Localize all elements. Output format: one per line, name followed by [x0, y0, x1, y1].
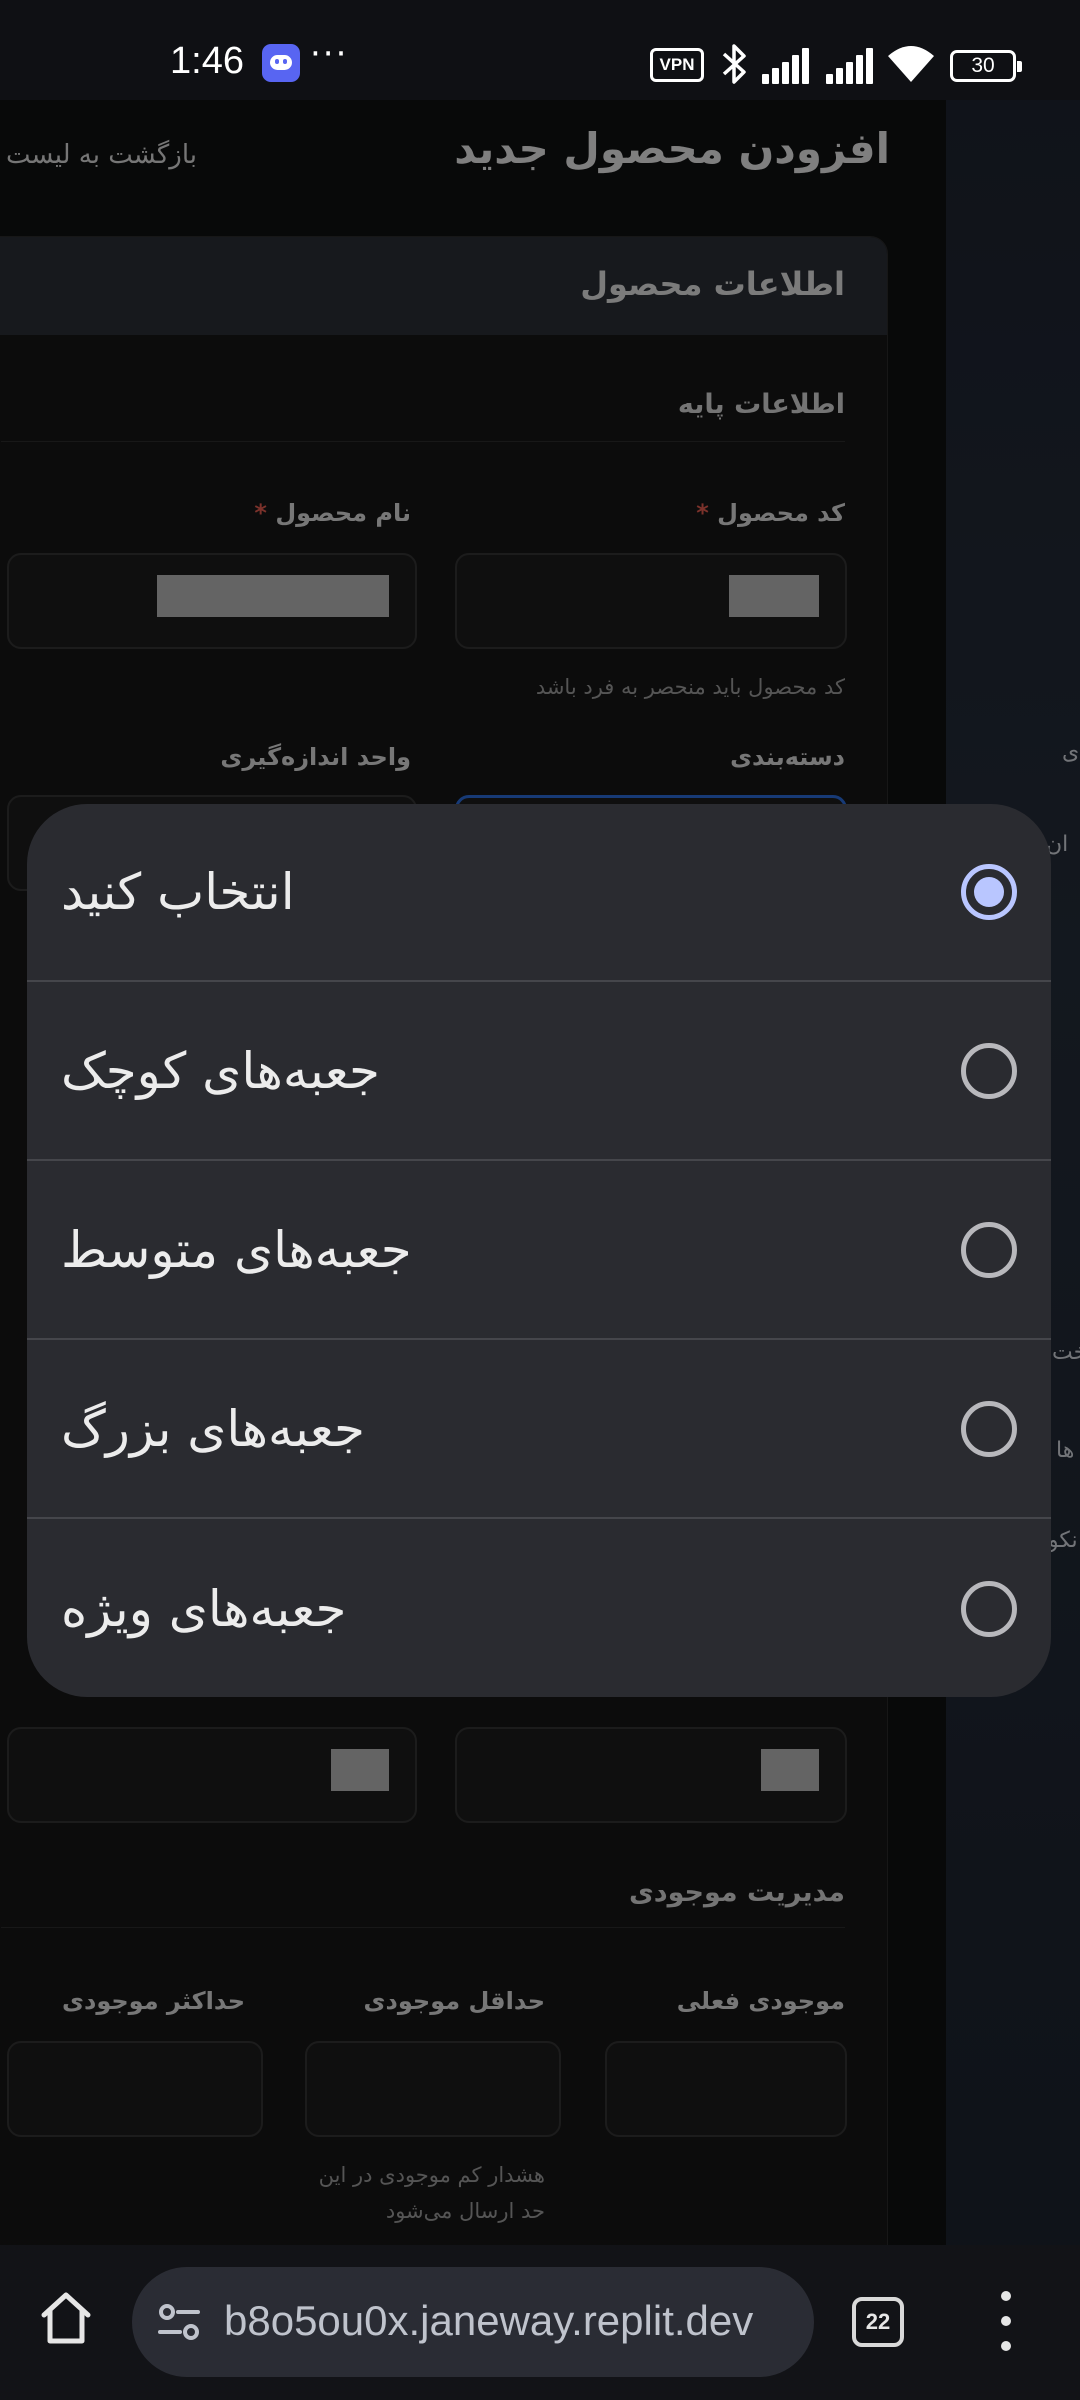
radio-unselected-icon[interactable] — [961, 1043, 1017, 1099]
battery-icon: 30 — [950, 50, 1022, 82]
more-notifications-icon: ··· — [310, 34, 349, 74]
radio-selected-icon[interactable] — [961, 864, 1017, 920]
option-label: جعبه‌های بزرگ — [61, 1400, 365, 1458]
option-label: جعبه‌های متوسط — [61, 1221, 412, 1279]
radio-unselected-icon[interactable] — [961, 1581, 1017, 1637]
address-bar[interactable]: b8o5ou0x.janeway.replit.dev — [132, 2267, 814, 2377]
clock: 1:46 — [170, 40, 244, 82]
picker-option-special-boxes[interactable]: جعبه‌های ویژه — [27, 1520, 1051, 1697]
discord-notification-icon — [262, 44, 300, 82]
option-label: انتخاب کنید — [61, 863, 295, 921]
signal-sim2-icon — [826, 48, 878, 84]
picker-option-large-boxes[interactable]: جعبه‌های بزرگ — [27, 1341, 1051, 1519]
home-icon[interactable] — [36, 2287, 96, 2347]
wifi-icon — [888, 46, 934, 82]
bluetooth-icon — [722, 44, 746, 84]
signal-sim1-icon — [762, 48, 814, 84]
more-menu-icon[interactable] — [1000, 2291, 1012, 2351]
vpn-icon: VPN — [650, 48, 704, 82]
radio-unselected-icon[interactable] — [961, 1401, 1017, 1457]
site-settings-icon[interactable] — [156, 2299, 202, 2345]
category-picker-dialog: انتخاب کنید جعبه‌های کوچک جعبه‌های متوسط… — [27, 804, 1051, 1697]
picker-option-medium-boxes[interactable]: جعبه‌های متوسط — [27, 1162, 1051, 1340]
option-label: جعبه‌های کوچک — [61, 1042, 380, 1100]
option-label: جعبه‌های ویژه — [61, 1580, 347, 1638]
tab-switcher-button[interactable]: 22 — [852, 2297, 904, 2347]
url-text: b8o5ou0x.janeway.replit.dev — [224, 2297, 754, 2344]
picker-option-small-boxes[interactable]: جعبه‌های کوچک — [27, 983, 1051, 1161]
picker-option-select[interactable]: انتخاب کنید — [27, 804, 1051, 982]
browser-toolbar: b8o5ou0x.janeway.replit.dev 22 — [0, 2245, 1080, 2400]
radio-unselected-icon[interactable] — [961, 1222, 1017, 1278]
